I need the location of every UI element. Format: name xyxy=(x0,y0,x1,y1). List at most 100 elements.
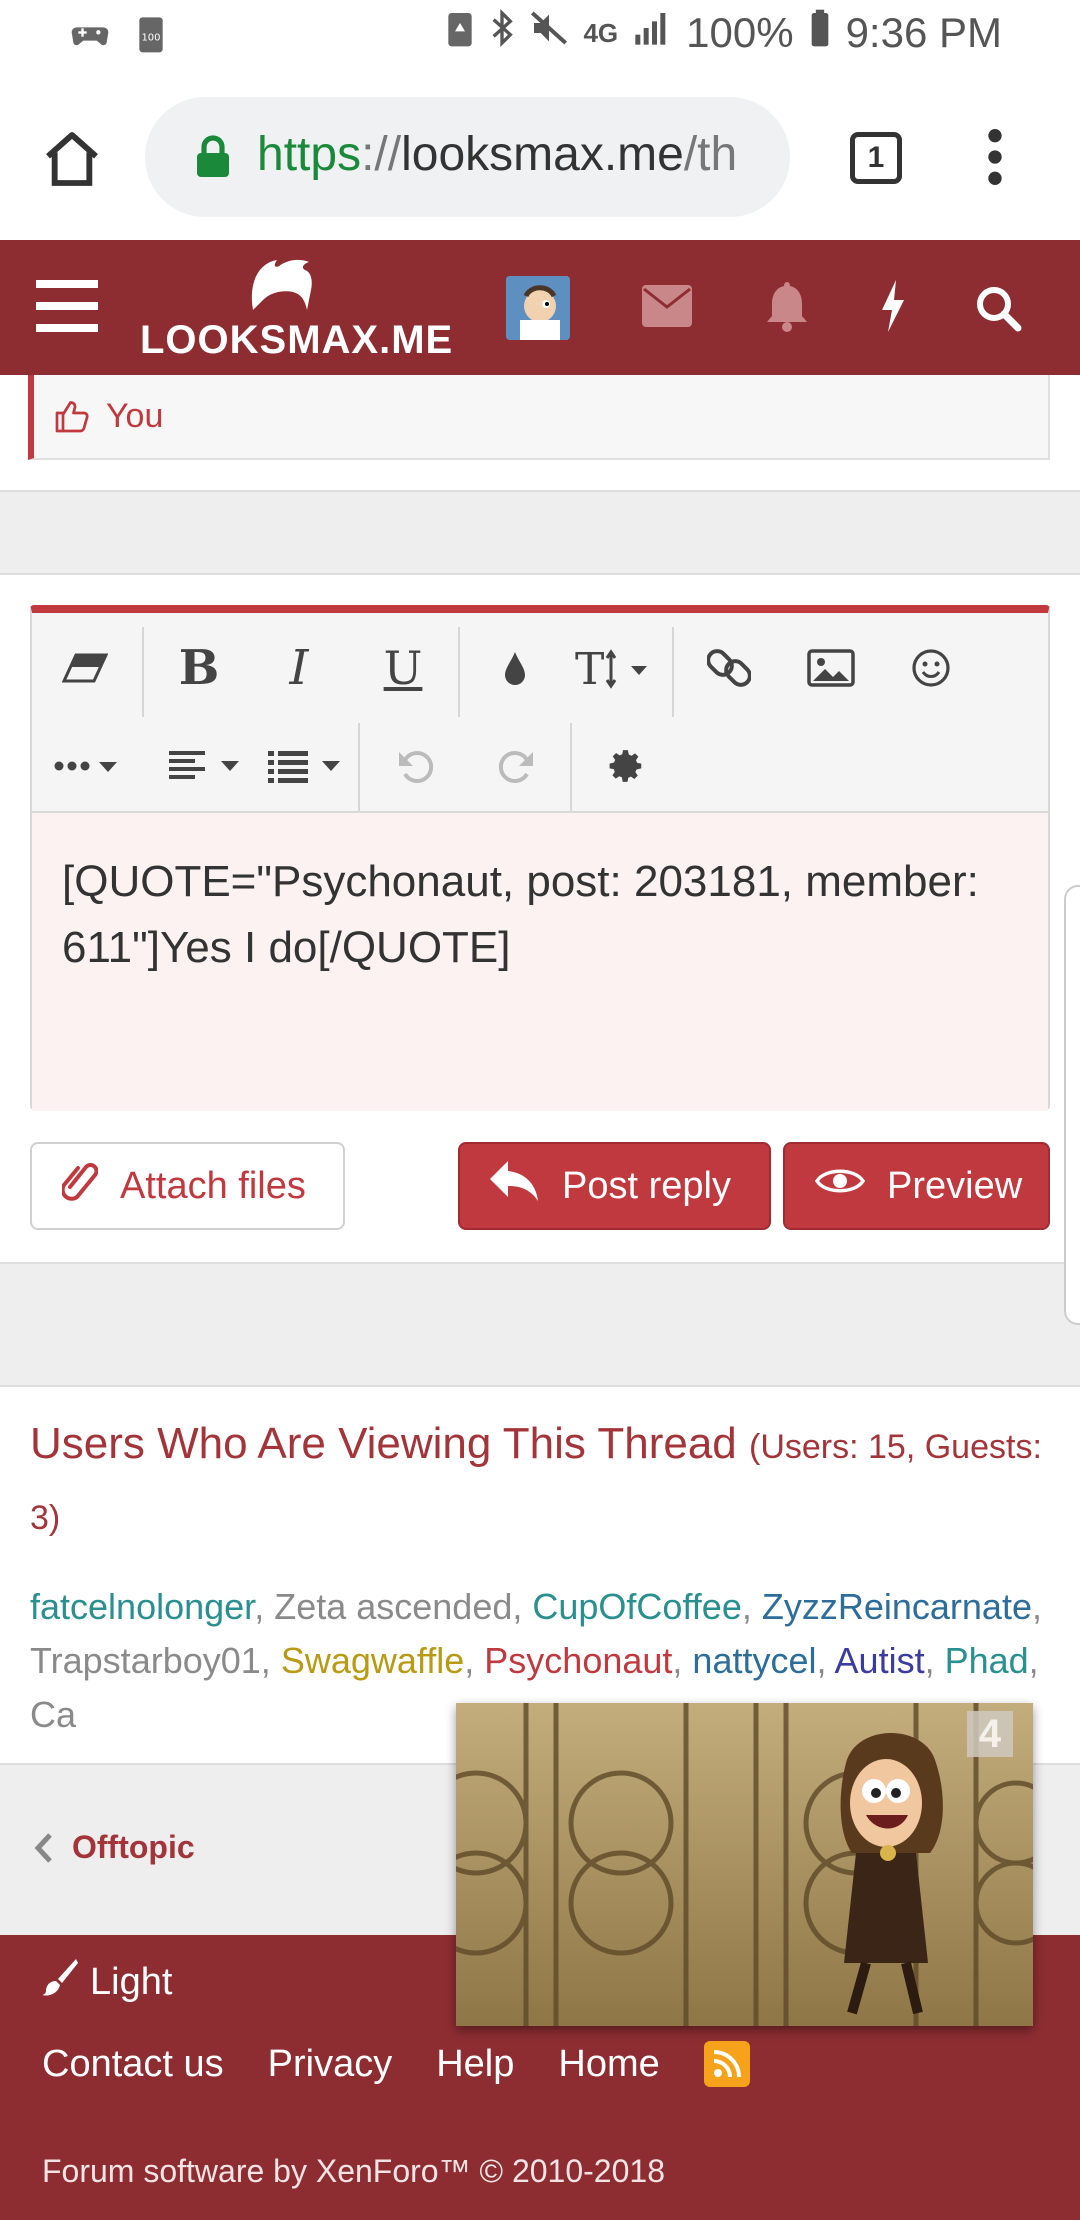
site-name: LOOKSMAX.ME xyxy=(140,318,454,362)
viewer-username[interactable]: Psychonaut xyxy=(484,1640,672,1681)
reaction-label[interactable]: You xyxy=(106,397,163,436)
bluetooth-icon xyxy=(489,8,515,58)
font-size-icon[interactable]: T xyxy=(572,633,662,703)
viewer-separator: , xyxy=(672,1640,693,1681)
viewer-separator: , xyxy=(464,1640,485,1681)
eraser-icon[interactable] xyxy=(50,633,120,703)
copyright: Forum software by XenForo™ © 2010-2018 xyxy=(42,2153,665,2189)
chevron-left-icon xyxy=(32,1831,54,1870)
footer-link-privacy[interactable]: Privacy xyxy=(268,2043,393,2086)
viewer-username[interactable]: Phad xyxy=(945,1640,1029,1681)
eye-icon xyxy=(814,1164,866,1208)
bolt-icon[interactable] xyxy=(878,278,908,339)
game-controller-icon xyxy=(70,14,110,59)
recycle-icon xyxy=(445,8,475,58)
footer-link-contact[interactable]: Contact us xyxy=(42,2043,224,2086)
toolbar-separator xyxy=(458,627,460,717)
lock-icon xyxy=(195,135,231,184)
section-divider xyxy=(0,490,1080,575)
thumbs-up-icon[interactable] xyxy=(54,397,90,440)
mute-icon xyxy=(529,8,569,58)
overflow-menu-icon[interactable] xyxy=(980,125,1010,194)
undo-icon[interactable] xyxy=(380,731,450,801)
status-bar: 100 4G 100% 9:36 PM xyxy=(0,0,1080,75)
underline-icon[interactable]: U xyxy=(368,633,438,703)
viewer-separator: , xyxy=(254,1586,275,1627)
reply-editor: B I U T [QUOTE="Psychonaut, post: 203181… xyxy=(30,605,1050,1111)
address-bar[interactable]: https://looksmax.me/th xyxy=(145,97,790,217)
rss-icon[interactable] xyxy=(703,2041,750,2087)
viewer-username[interactable]: Autist xyxy=(835,1640,925,1681)
footer-links: Contact us Privacy Help Home xyxy=(42,2041,750,2087)
viewer-separator: , xyxy=(512,1586,533,1627)
more-options-icon[interactable] xyxy=(50,731,130,801)
cartoon-video-frame xyxy=(456,1703,1033,2026)
viewers-title: Users Who Are Viewing This Thread xyxy=(30,1419,737,1468)
svg-text:100: 100 xyxy=(141,33,160,44)
toolbar-separator xyxy=(142,627,144,717)
post-reply-button[interactable]: Post reply xyxy=(458,1142,771,1230)
footer-link-home[interactable]: Home xyxy=(558,2043,659,2086)
url-path: /th xyxy=(683,128,738,181)
preview-label: Preview xyxy=(887,1164,1023,1207)
list-icon[interactable] xyxy=(262,731,352,801)
bold-icon[interactable]: B xyxy=(164,633,234,703)
toolbar-separator xyxy=(570,723,572,813)
style-label: Light xyxy=(90,1960,173,2003)
viewers-heading: Users Who Are Viewing This Thread (Users… xyxy=(30,1410,1050,1552)
hamburger-menu-icon[interactable] xyxy=(36,278,98,339)
viewer-username[interactable]: ZyzzReincarnate xyxy=(762,1586,1032,1627)
scroll-handle[interactable] xyxy=(1064,885,1080,1325)
viewer-username[interactable]: Swagwaffle xyxy=(281,1640,464,1681)
hair-logo-icon xyxy=(245,254,315,317)
image-icon[interactable] xyxy=(796,633,866,703)
url-separator: :// xyxy=(361,128,402,181)
align-icon[interactable] xyxy=(162,731,252,801)
style-chooser[interactable]: Light xyxy=(42,1957,172,2007)
reaction-bar: You xyxy=(28,375,1050,460)
viewer-username[interactable]: nattycel xyxy=(692,1640,816,1681)
breadcrumb-offtopic[interactable]: Offtopic xyxy=(72,1829,195,1866)
viewer-username[interactable]: Zeta ascended xyxy=(274,1586,512,1627)
site-logo[interactable]: LOOKSMAX.ME xyxy=(140,240,452,375)
viewer-separator: , xyxy=(924,1640,945,1681)
search-icon[interactable] xyxy=(974,284,1022,337)
viewer-username[interactable]: Trapstarboy01 xyxy=(30,1640,261,1681)
bell-icon[interactable] xyxy=(765,280,809,337)
viewer-separator: , xyxy=(1031,1586,1042,1627)
italic-icon[interactable]: I xyxy=(264,633,334,703)
reply-arrow-icon xyxy=(488,1159,540,1213)
link-icon[interactable] xyxy=(694,633,764,703)
viewer-separator: , xyxy=(741,1586,762,1627)
svg-text:T: T xyxy=(575,646,604,690)
video-badge: 4 xyxy=(967,1711,1013,1757)
viewer-separator: , xyxy=(260,1640,281,1681)
viewer-username[interactable]: fatcelnolonger xyxy=(30,1586,254,1627)
avatar[interactable] xyxy=(506,276,570,340)
video-overlay[interactable]: 4 xyxy=(456,1703,1033,2026)
attach-files-button[interactable]: Attach files xyxy=(30,1142,345,1230)
envelope-icon[interactable] xyxy=(642,285,692,332)
gear-icon[interactable] xyxy=(592,731,662,801)
viewer-username[interactable]: Ca xyxy=(30,1694,76,1735)
browser-toolbar: https://looksmax.me/th 1 xyxy=(0,75,1080,240)
home-icon[interactable] xyxy=(40,127,104,196)
attach-files-label: Attach files xyxy=(120,1164,306,1207)
viewer-username[interactable]: CupOfCoffee xyxy=(532,1586,741,1627)
network-label: 4G xyxy=(583,17,619,48)
url-host: looksmax.me xyxy=(401,128,684,181)
preview-button[interactable]: Preview xyxy=(783,1142,1050,1230)
editor-textarea[interactable]: [QUOTE="Psychonaut, post: 203181, member… xyxy=(32,811,1048,1111)
text-color-icon[interactable] xyxy=(480,633,550,703)
smiley-icon[interactable] xyxy=(896,633,966,703)
tab-switcher-button[interactable]: 1 xyxy=(850,132,902,184)
footer-link-help[interactable]: Help xyxy=(436,2043,514,2086)
url-text: https://looksmax.me/th xyxy=(257,127,737,182)
battery-icon xyxy=(808,8,832,58)
battery-percent: 100% xyxy=(686,9,794,56)
post-reply-label: Post reply xyxy=(562,1164,731,1207)
clock: 9:36 PM xyxy=(845,9,1002,56)
redo-icon[interactable] xyxy=(482,731,552,801)
url-scheme: https xyxy=(257,128,362,181)
paperclip-icon xyxy=(60,1159,99,1213)
